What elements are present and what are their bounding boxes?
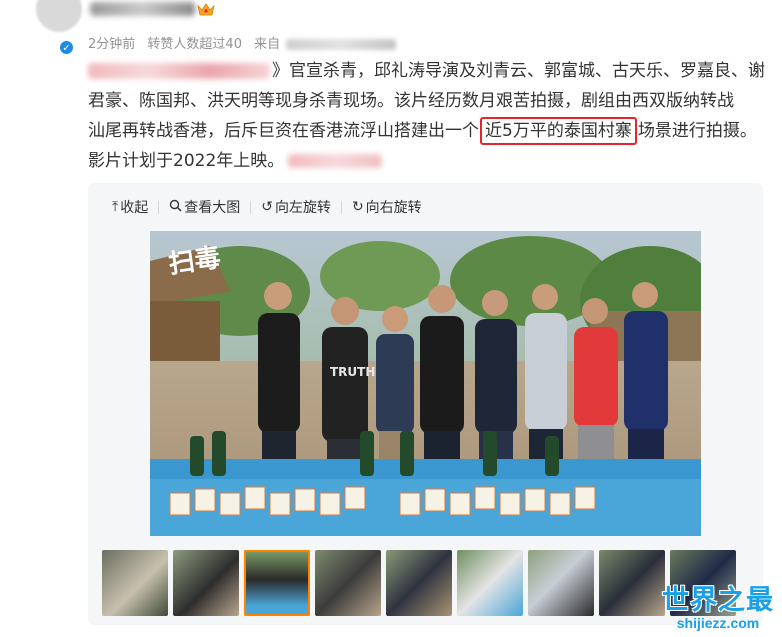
weibo-post: ✓ 2分钟前 转赞人数超过40 来自 》官宣杀青，邱礼涛导演及刘青云、郭富城、古… [0,0,782,637]
post-meta: 2分钟前 转赞人数超过40 来自 [88,33,404,52]
watermark-url: shijiezz.com [676,615,760,631]
magnifier-icon [169,199,182,216]
verified-badge-icon: ✓ [59,40,74,55]
image-toolbar: ⤒ 收起 查看大图 ↺ 向左旋转 ↻ 向右旋转 [112,197,432,217]
thumbnail-8[interactable] [599,550,665,616]
rotate-left-button[interactable]: ↺ 向左旋转 [261,197,331,217]
collapse-icon: ⤒ [112,199,119,215]
crown-icon [197,3,215,16]
thumbnail-7[interactable] [528,550,594,616]
rotate-right-button[interactable]: ↻ 向右旋转 [352,197,422,217]
thumbnail-4[interactable] [315,550,381,616]
blurred-movie-name [88,63,270,79]
source-blurred[interactable] [286,39,397,50]
post-line-4: 影片计划于2022年上映。 [88,146,768,176]
watermark-title: 世界之最 [662,585,774,616]
thumbnail-6[interactable] [457,550,523,616]
post-time[interactable]: 2分钟前 [88,37,135,52]
media-card: ⤒ 收起 查看大图 ↺ 向左旋转 ↻ 向右旋转 扫毒 TRUTH [88,183,763,625]
thumbnail-1[interactable] [102,550,168,616]
site-watermark: 世界之最 shijiezz.com [662,578,774,631]
thumbnail-2[interactable] [173,550,239,616]
post-line-2: 君豪、陈国邦、洪天明等现身杀青现场。该片经历数月艰苦拍摄，剧组由西双版纳转战 [88,91,734,111]
view-large-button[interactable]: 查看大图 [169,197,240,217]
shirt-text: TRUTH [330,365,375,379]
toolbar-divider [158,200,160,214]
toolbar-divider [250,200,252,214]
username-blurred[interactable] [90,2,195,16]
post-text: 》官宣杀青，邱礼涛导演及刘青云、郭富城、古天乐、罗嘉良、谢 君豪、陈国邦、洪天明… [88,56,768,176]
post-line-1: 》官宣杀青，邱礼涛导演及刘青云、郭富城、古天乐、罗嘉良、谢 [88,56,768,86]
toolbar-divider [340,200,342,214]
rotate-left-icon: ↺ [261,199,273,215]
thumbnail-5[interactable] [386,550,452,616]
thumbnail-strip [102,550,741,616]
rotate-right-icon: ↻ [351,199,364,215]
thumbnail-3[interactable] [244,550,310,616]
source-prefix: 来自 [254,37,281,52]
repost-count: 转赞人数超过40 [147,37,242,52]
main-photo[interactable]: 扫毒 TRUTH [150,231,701,536]
blurred-hashtag [288,154,383,168]
highlight-box: 近5万平的泰国村寨 [480,117,637,145]
collapse-button[interactable]: ⤒ 收起 [112,197,148,217]
avatar[interactable] [36,0,82,32]
post-line-3: 汕尾再转战香港，后斥巨资在香港流浮山搭建出一个 近5万平的泰国村寨 场景进行拍摄。 [88,116,768,146]
